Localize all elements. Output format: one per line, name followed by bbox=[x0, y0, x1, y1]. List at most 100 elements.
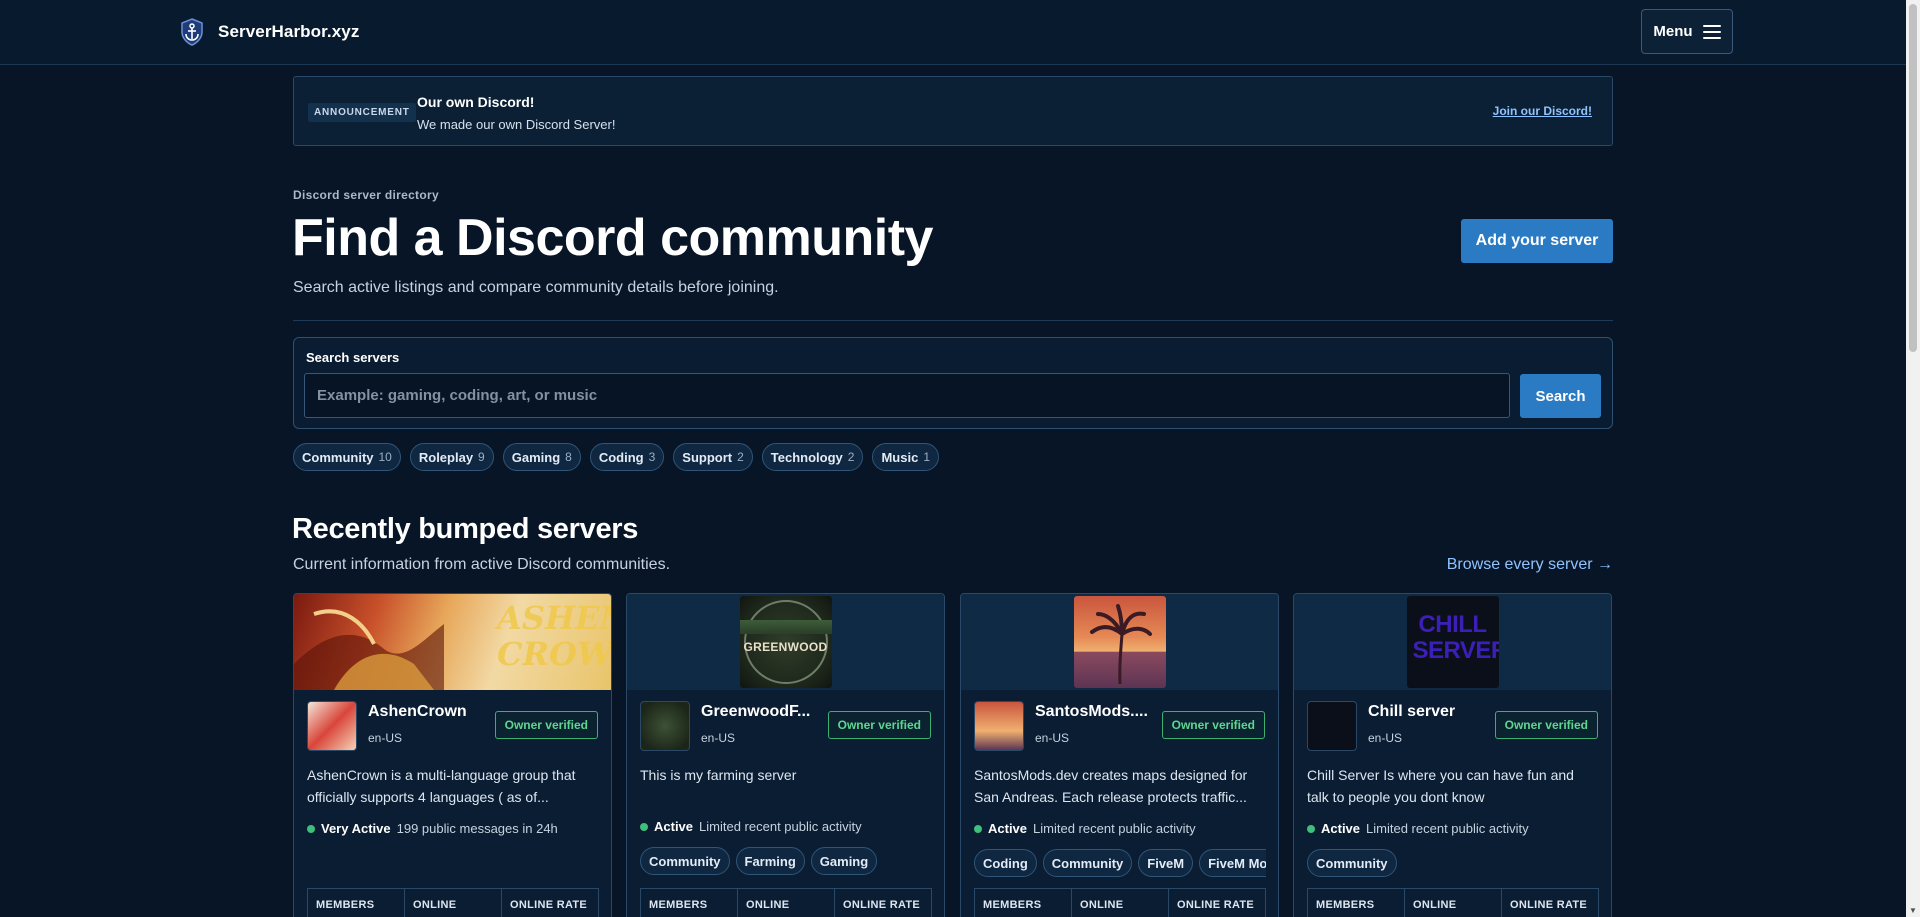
server-language: en-US bbox=[1368, 731, 1403, 745]
tag-label: Coding bbox=[598, 449, 644, 465]
activity-level: Active bbox=[1321, 821, 1361, 836]
server-description: AshenCrown is a multi-language group tha… bbox=[307, 767, 576, 805]
activity-status: Active Limited recent public activity bbox=[974, 821, 1196, 836]
tag-count: 10 bbox=[378, 450, 392, 464]
tag-roleplay[interactable]: Roleplay 9 bbox=[409, 443, 494, 471]
server-card[interactable]: SantosMods.... en-US Owner verified Sant… bbox=[960, 593, 1279, 917]
activity-text: Limited recent public activity bbox=[1033, 821, 1196, 836]
page-scrollbar[interactable]: ▼ bbox=[1906, 0, 1920, 917]
server-tags: Coding Community FiveM FiveM Mod bbox=[974, 849, 1266, 877]
server-tag[interactable]: Community bbox=[1307, 849, 1397, 877]
server-language: en-US bbox=[701, 731, 736, 745]
search-input[interactable] bbox=[304, 373, 1510, 418]
server-stats: MEMBERS ONLINE ONLINE RATE bbox=[1307, 888, 1599, 917]
tag-coding[interactable]: Coding 3 bbox=[589, 443, 665, 471]
server-language: en-US bbox=[1035, 731, 1070, 745]
menu-label: Menu bbox=[1653, 23, 1693, 40]
section-title: Recently bumped servers bbox=[292, 513, 639, 545]
stat-members: MEMBERS bbox=[1308, 889, 1405, 917]
server-tag[interactable]: Community bbox=[1042, 849, 1133, 877]
add-server-button[interactable]: Add your server bbox=[1461, 219, 1613, 263]
server-description: SantosMods.dev creates maps designed for… bbox=[974, 767, 1248, 805]
server-tag[interactable]: Community bbox=[640, 847, 730, 875]
brand-name: ServerHarbor.xyz bbox=[218, 22, 360, 41]
join-discord-link[interactable]: Join our Discord! bbox=[1493, 104, 1592, 118]
server-name[interactable]: SantosMods.... bbox=[1035, 703, 1148, 721]
category-tags: Community 10 Roleplay 9 Gaming 8 Coding 3 Su… bbox=[293, 443, 939, 471]
tag-label: Community bbox=[302, 449, 374, 465]
brand-link[interactable]: ServerHarbor.xyz bbox=[180, 18, 359, 46]
stat-members: MEMBERS bbox=[975, 889, 1072, 917]
server-card[interactable]: ASHEN CROWN AshenCrown en-US Owner verif… bbox=[293, 593, 612, 917]
server-name[interactable]: AshenCrown bbox=[368, 703, 467, 721]
tag-support[interactable]: Support 2 bbox=[673, 443, 753, 471]
owner-verified-badge: Owner verified bbox=[494, 711, 598, 739]
scrollbar-thumb[interactable] bbox=[1909, 4, 1917, 352]
server-avatar bbox=[307, 701, 357, 751]
server-card[interactable]: GREENWOOD GreenwoodF... en-US Owner veri… bbox=[626, 593, 945, 917]
browse-all-link[interactable]: Browse every server → bbox=[1447, 556, 1613, 574]
banner-title: ASHEN CROWN bbox=[497, 599, 611, 673]
server-description: Chill Server Is where you can have fun a… bbox=[1307, 767, 1574, 805]
stat-online-rate: ONLINE RATE bbox=[510, 899, 588, 911]
activity-status: Active Limited recent public activity bbox=[640, 819, 862, 834]
tag-label: Technology bbox=[770, 449, 843, 465]
divider bbox=[293, 320, 1613, 321]
server-stats: MEMBERS ONLINE ONLINE RATE bbox=[640, 888, 932, 917]
tag-label: Roleplay bbox=[418, 449, 474, 465]
server-banner: ASHEN CROWN bbox=[294, 594, 611, 690]
activity-status: Very Active 199 public messages in 24h bbox=[307, 821, 558, 836]
server-tag[interactable]: Coding bbox=[974, 849, 1037, 877]
owner-verified-badge: Owner verified bbox=[1161, 711, 1265, 739]
hamburger-icon bbox=[1702, 24, 1721, 39]
activity-text: Limited recent public activity bbox=[1366, 821, 1529, 836]
server-tag[interactable]: Gaming bbox=[810, 847, 878, 875]
server-tag[interactable]: FiveM Mod bbox=[1199, 849, 1266, 877]
banner-art bbox=[1073, 596, 1166, 688]
server-tag[interactable]: Farming bbox=[735, 847, 805, 875]
tag-music[interactable]: Music 1 bbox=[872, 443, 939, 471]
stat-online: ONLINE bbox=[1072, 889, 1169, 917]
menu-button[interactable]: Menu bbox=[1641, 9, 1733, 54]
hero-subtitle: Search active listings and compare commu… bbox=[293, 279, 779, 296]
stat-online: ONLINE bbox=[738, 889, 835, 917]
search-button[interactable]: Search bbox=[1520, 374, 1601, 418]
activity-text: Limited recent public activity bbox=[699, 819, 862, 834]
tag-technology[interactable]: Technology 2 bbox=[761, 443, 864, 471]
tag-label: Music bbox=[881, 449, 919, 465]
activity-status: Active Limited recent public activity bbox=[1307, 821, 1529, 836]
activity-text: 199 public messages in 24h bbox=[396, 821, 558, 836]
tag-label: Gaming bbox=[511, 449, 561, 465]
scroll-down-arrow-icon[interactable]: ▼ bbox=[1909, 906, 1917, 915]
stat-online-rate: ONLINE RATE bbox=[1177, 899, 1255, 911]
activity-level: Very Active bbox=[321, 821, 391, 836]
activity-level: Active bbox=[988, 821, 1028, 836]
tag-gaming[interactable]: Gaming 8 bbox=[502, 443, 581, 471]
server-banner: CHILL SERVER bbox=[1294, 594, 1611, 690]
server-tags: Community Farming Gaming bbox=[640, 847, 878, 875]
server-tag[interactable]: FiveM bbox=[1138, 849, 1194, 877]
server-name[interactable]: GreenwoodF... bbox=[701, 703, 810, 721]
stat-members: MEMBERS bbox=[641, 889, 738, 917]
activity-level: Active bbox=[654, 819, 694, 834]
server-avatar bbox=[974, 701, 1024, 751]
owner-verified-badge: Owner verified bbox=[827, 711, 931, 739]
hero-eyebrow: Discord server directory bbox=[293, 188, 439, 202]
owner-verified-badge: Owner verified bbox=[1494, 711, 1598, 739]
server-name[interactable]: Chill server bbox=[1368, 703, 1455, 721]
server-banner: GREENWOOD bbox=[627, 594, 944, 690]
section-subtitle: Current information from active Discord … bbox=[293, 556, 671, 573]
status-dot-icon bbox=[640, 822, 648, 831]
server-description: This is my farming server bbox=[640, 767, 797, 783]
stat-online: ONLINE bbox=[405, 889, 502, 917]
server-stats: MEMBERS ONLINE ONLINE RATE bbox=[974, 888, 1266, 917]
tag-community[interactable]: Community 10 bbox=[293, 443, 401, 471]
stat-online-rate: ONLINE RATE bbox=[1510, 899, 1588, 911]
banner-art: GREENWOOD bbox=[739, 596, 832, 688]
tag-count: 2 bbox=[847, 450, 855, 464]
tag-count: 9 bbox=[478, 450, 485, 464]
server-avatar bbox=[640, 701, 690, 751]
server-card[interactable]: CHILL SERVER Chill server en-US Owner ve… bbox=[1293, 593, 1612, 917]
page-title: Find a Discord community bbox=[292, 209, 933, 267]
announcement-title: Our own Discord! bbox=[417, 94, 535, 110]
